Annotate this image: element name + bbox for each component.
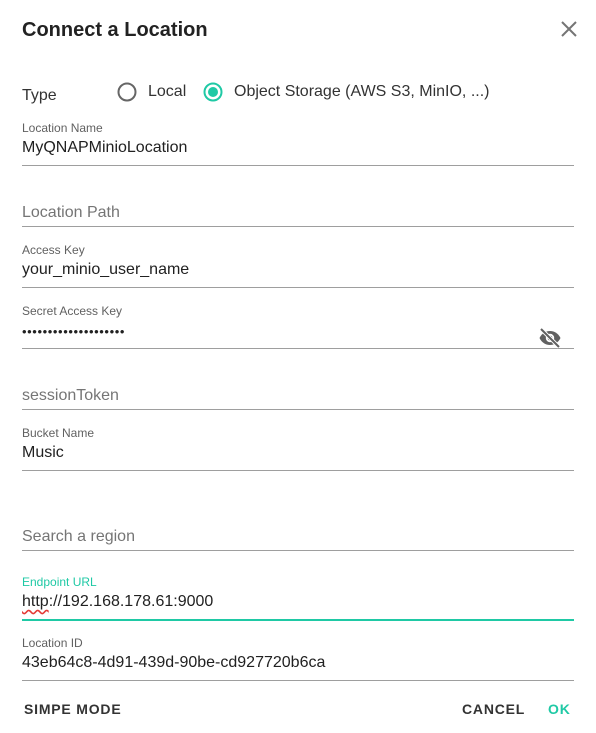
close-icon[interactable] (557, 17, 581, 41)
type-label: Type (22, 87, 57, 104)
endpoint-url-label: Endpoint URL (22, 575, 97, 589)
access-key-label: Access Key (22, 243, 85, 257)
endpoint-url-value: http://192.168.178.61:9000 (22, 593, 213, 611)
dialog-title: Connect a Location (22, 19, 208, 41)
cancel-button[interactable]: CANCEL (462, 701, 525, 717)
secret-access-key-value: •••••••••••••••••••• (22, 324, 126, 339)
location-id-value: 43eb64c8-4d91-439d-90be-cd927720b6ca (22, 654, 326, 671)
ok-button[interactable]: OK (548, 701, 571, 717)
endpoint-url-field[interactable]: Endpoint URL http://192.168.178.61:9000 (22, 575, 574, 621)
bucket-name-label: Bucket Name (22, 426, 95, 440)
simple-mode-button[interactable]: SIMPE MODE (24, 701, 121, 717)
radio-object-storage[interactable] (203, 82, 223, 102)
location-id-label: Location ID (22, 636, 83, 650)
bucket-name-value: Music (22, 444, 64, 461)
region-search-field[interactable]: Search a region (22, 506, 574, 551)
location-name-field[interactable]: Location Name MyQNAPMinioLocation (22, 121, 574, 166)
location-id-field[interactable]: Location ID 43eb64c8-4d91-439d-90be-cd92… (22, 636, 574, 681)
radio-object-storage-label[interactable]: Object Storage (AWS S3, MinIO, ...) (234, 83, 489, 101)
endpoint-url-scheme: http (22, 593, 49, 610)
bucket-name-field[interactable]: Bucket Name Music (22, 426, 574, 471)
eye-off-icon[interactable] (538, 326, 562, 350)
endpoint-url-address: ://192.168.178.61:9000 (48, 593, 214, 610)
location-name-value: MyQNAPMinioLocation (22, 139, 188, 156)
session-token-placeholder: sessionToken (22, 387, 119, 404)
access-key-value: your_minio_user_name (22, 261, 190, 278)
radio-local-label[interactable]: Local (148, 83, 186, 101)
location-path-field[interactable]: Location Path (22, 182, 574, 227)
location-path-placeholder: Location Path (22, 204, 120, 221)
region-search-placeholder: Search a region (22, 528, 135, 545)
radio-local[interactable] (117, 82, 137, 102)
location-name-label: Location Name (22, 121, 103, 135)
session-token-field[interactable]: sessionToken (22, 365, 574, 410)
secret-access-key-label: Secret Access Key (22, 304, 123, 318)
secret-access-key-field[interactable]: Secret Access Key •••••••••••••••••••• (22, 304, 574, 349)
access-key-field[interactable]: Access Key your_minio_user_name (22, 243, 574, 288)
